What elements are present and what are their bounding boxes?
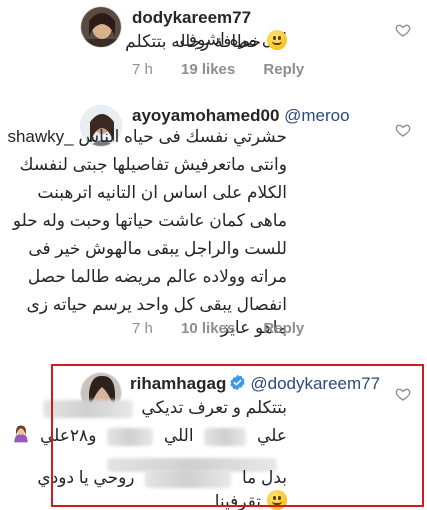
smile-emoji-icon — [267, 490, 287, 510]
comment-username[interactable]: dodykareem77 — [132, 8, 251, 28]
redacted-text — [107, 427, 154, 446]
comment-rihamhagag: rihamhagag @dodykareem77 بتتكلم و تعرف ت… — [0, 364, 427, 510]
mention-link[interactable]: @dodykareem77 — [250, 374, 380, 393]
comment-username[interactable]: rihamhagag — [130, 374, 226, 393]
comment-text-line: و٢٨علي — [39, 426, 97, 445]
comment-text-line: للست والراجل يبقى مالهوش خير فى — [28, 239, 287, 258]
comment-dodykareem77: dodykareem77 اول مره اشوف خطافة رجاله بت… — [0, 0, 427, 90]
heart-icon[interactable] — [395, 386, 411, 402]
comment-text-line: اللي — [163, 426, 194, 445]
comment-text-row: علي اللي و٢٨علي — [11, 422, 287, 450]
comment-username-row: rihamhagag @dodykareem77 — [130, 374, 380, 394]
comment-text-line: بدل ما — [241, 468, 287, 487]
woman-facepalming-emoji — [14, 425, 28, 443]
likes-count[interactable]: 19 likes — [181, 61, 235, 78]
comment-text-line: تقرفينا — [214, 492, 261, 510]
redacted-text — [204, 427, 247, 446]
likes-count[interactable]: 10 likes — [181, 320, 235, 337]
comment-text-line: ماهى كمان عاشت حياتها وحبت وله حلو — [12, 211, 287, 230]
comment-text-line: الكلام على اساس ان التانيه اترهبنت — [37, 183, 287, 202]
comment-meta: 7 h 19 likes Reply — [132, 61, 328, 78]
comment-time: 7 h — [132, 61, 153, 78]
comment-text-row: تقرفينا — [215, 488, 287, 510]
comment-text-line: خطافة رجاله بتتكلم — [125, 32, 261, 51]
comment-text-line: حشرتي نفسك فى حياه الناس _shawky — [7, 127, 287, 146]
reply-button[interactable]: Reply — [263, 320, 304, 337]
comment-text-line: وانتى ماتعرفيش تفاصيلها جبتى لنفسك — [19, 155, 287, 174]
comment-text-row: خطافة رجاله بتتكلم — [125, 28, 287, 56]
reply-button[interactable]: Reply — [263, 61, 304, 78]
mention-link[interactable]: @meroo — [284, 106, 349, 125]
verified-badge-icon — [230, 374, 245, 391]
comment-text-line: بتتكلم و تعرف تديكي — [141, 398, 287, 417]
comment-ayoyamohamed00: ayoyamohamed00 @meroo حشرتي نفسك فى حياه… — [0, 100, 427, 350]
comment-text-line: علي — [257, 426, 287, 445]
redacted-text — [42, 399, 133, 418]
comment-text-line: روحي يا دودي — [37, 468, 135, 487]
avatar[interactable] — [80, 6, 122, 48]
heart-icon[interactable] — [395, 122, 411, 138]
redacted-text — [145, 469, 232, 488]
comment-meta: 7 h 10 likes Reply — [132, 320, 328, 337]
comment-time: 7 h — [132, 320, 153, 337]
heart-icon[interactable] — [395, 22, 411, 38]
comment-text-line: مراته وولاده عالم مريضه طالما حصل — [27, 267, 287, 286]
comment-text-row: بتتكلم و تعرف تديكي — [42, 394, 287, 422]
smile-emoji-icon — [267, 30, 287, 50]
